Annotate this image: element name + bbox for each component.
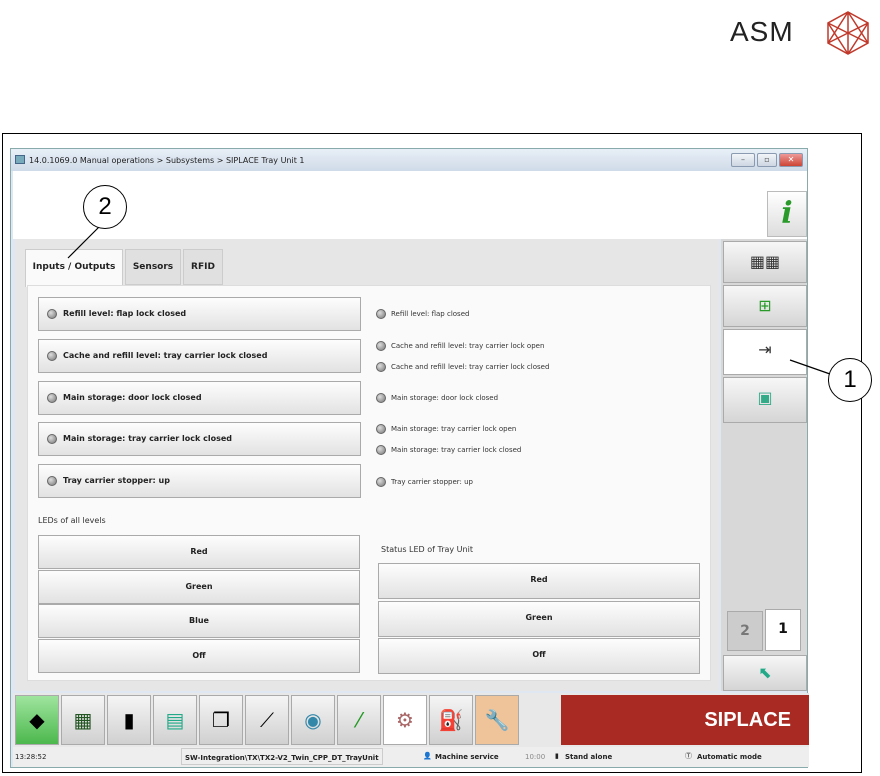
callout-2: 2 (83, 185, 127, 229)
callout-2-line (67, 225, 101, 259)
callout-lines (67, 225, 831, 375)
callout-1: 1 (828, 358, 872, 402)
callout-1-line (789, 359, 831, 375)
